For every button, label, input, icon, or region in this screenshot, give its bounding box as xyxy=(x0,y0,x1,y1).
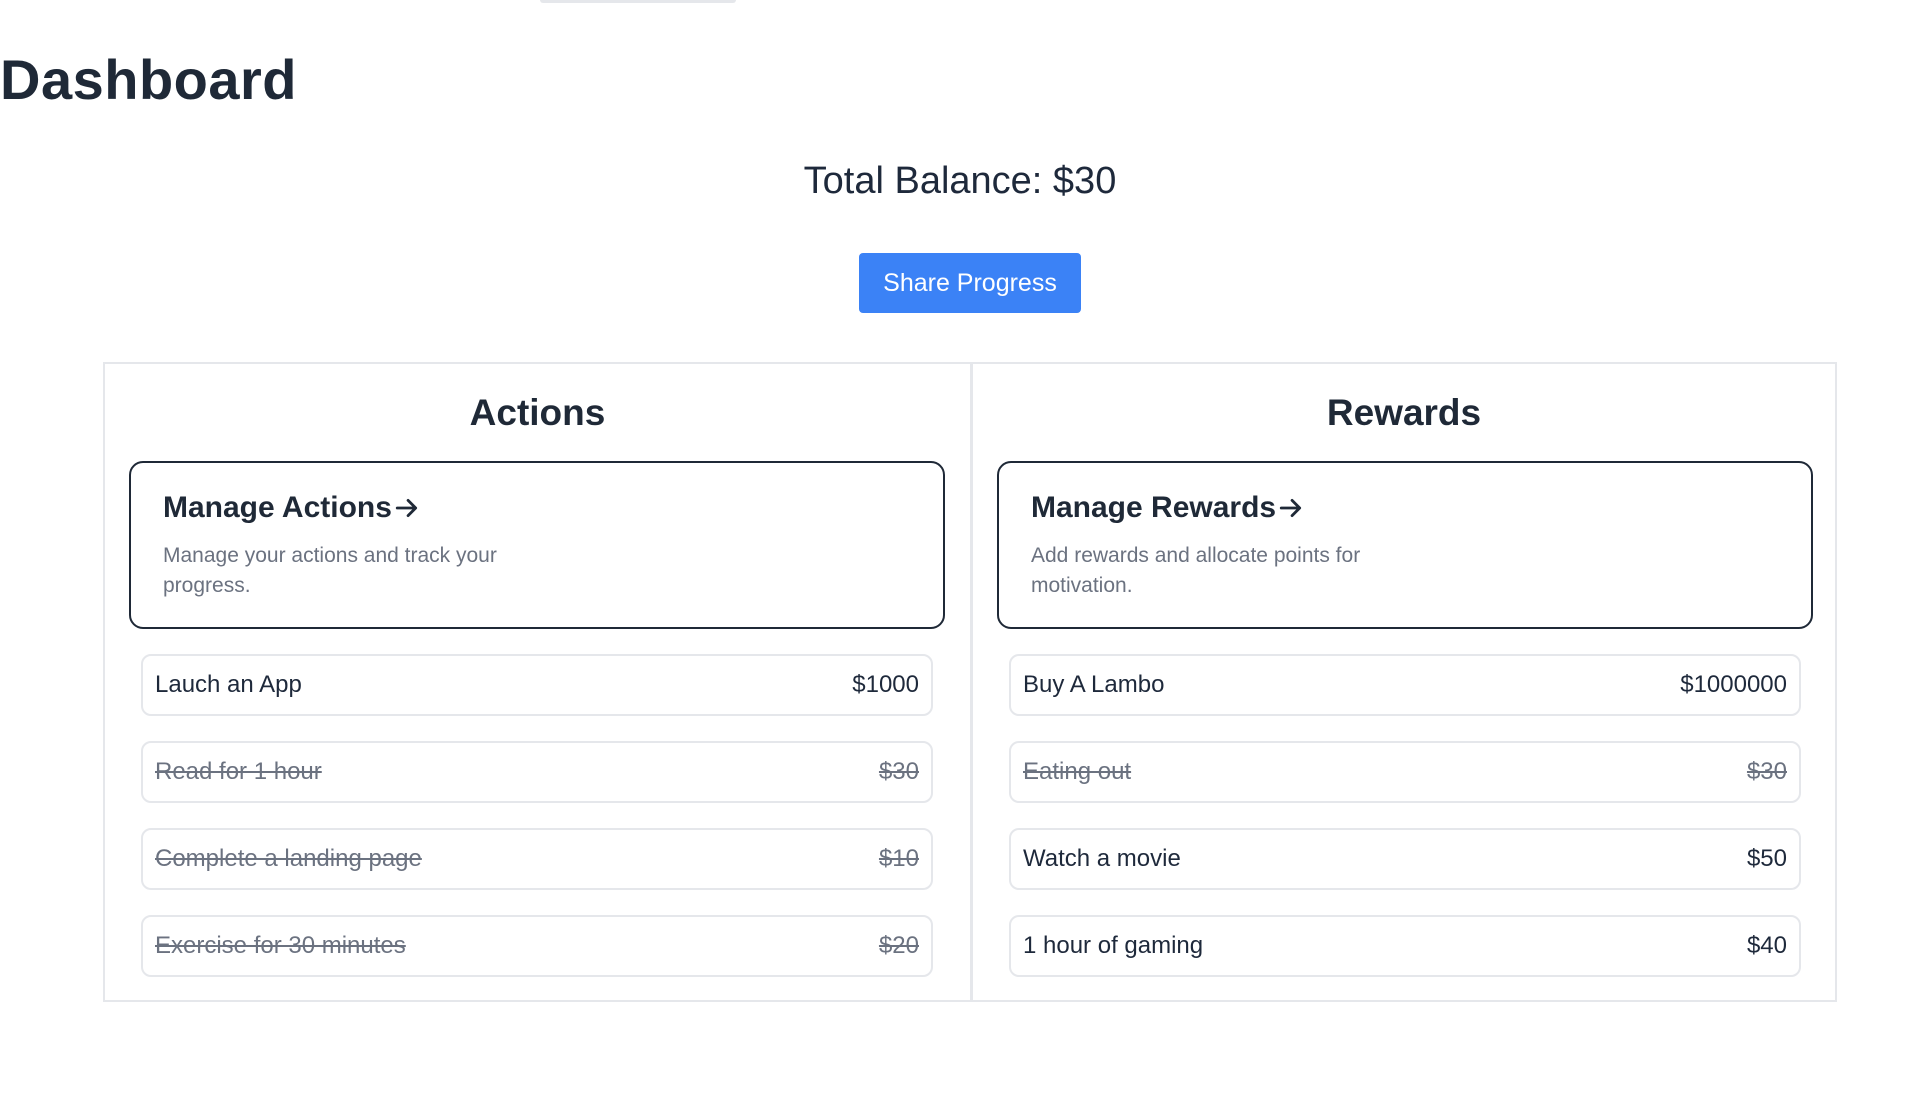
reward-item[interactable]: 1 hour of gaming $40 xyxy=(1009,915,1801,977)
manage-rewards-title: Manage Rewards xyxy=(1031,489,1304,527)
top-tab-indicator xyxy=(540,0,736,3)
reward-item-value: $30 xyxy=(1746,758,1787,785)
share-progress-button[interactable]: Share Progress xyxy=(859,253,1081,313)
reward-item-name: 1 hour of gaming xyxy=(1023,932,1204,959)
page-title: Dashboard xyxy=(0,48,297,111)
reward-item-name: Watch a movie xyxy=(1023,845,1181,872)
action-item-value: $20 xyxy=(878,932,919,959)
manage-rewards-card[interactable]: Manage Rewards Add rewards and allocate … xyxy=(997,461,1813,629)
arrow-right-icon xyxy=(395,499,418,517)
reward-item[interactable]: Eating out $30 xyxy=(1009,741,1801,803)
actions-panel: Actions Manage Actions Manage your actio… xyxy=(105,364,970,1000)
action-item[interactable]: Exercise for 30 minutes $20 xyxy=(141,915,933,977)
actions-list: Lauch an App $1000 Read for 1 hour $30 C… xyxy=(141,654,933,1002)
action-item[interactable]: Lauch an App $1000 xyxy=(141,654,933,716)
action-item-value: $30 xyxy=(878,758,919,785)
rewards-panel: Rewards Manage Rewards Add rewards and a… xyxy=(970,364,1835,1000)
panels-container: Actions Manage Actions Manage your actio… xyxy=(103,362,1837,1002)
action-item[interactable]: Read for 1 hour $30 xyxy=(141,741,933,803)
reward-item[interactable]: Watch a movie $50 xyxy=(1009,828,1801,890)
reward-item-value: $40 xyxy=(1746,932,1787,959)
reward-item-value: $50 xyxy=(1746,845,1787,872)
reward-item-value: $1000000 xyxy=(1680,671,1787,698)
action-item-name: Lauch an App xyxy=(155,671,302,698)
arrow-right-icon xyxy=(1279,499,1302,517)
total-balance: Total Balance: $30 xyxy=(803,160,1117,202)
reward-item[interactable]: Buy A Lambo $1000000 xyxy=(1009,654,1801,716)
manage-actions-label: Manage Actions xyxy=(163,491,392,524)
manage-actions-title: Manage Actions xyxy=(163,489,420,527)
manage-actions-card[interactable]: Manage Actions Manage your actions and t… xyxy=(129,461,945,629)
action-item-value: $10 xyxy=(878,845,919,872)
dashboard-page: Dashboard Total Balance: $30 Share Progr… xyxy=(0,0,1920,1095)
action-item-name: Read for 1 hour xyxy=(155,758,322,785)
actions-panel-title: Actions xyxy=(469,392,606,433)
rewards-panel-title: Rewards xyxy=(1326,392,1482,433)
manage-actions-description: Manage your actions and track your progr… xyxy=(163,544,497,597)
action-item[interactable]: Complete a landing page $10 xyxy=(141,828,933,890)
action-item-name: Complete a landing page xyxy=(155,845,422,872)
action-item-name: Exercise for 30 minutes xyxy=(155,932,406,959)
rewards-list: Buy A Lambo $1000000 Eating out $30 Watc… xyxy=(1009,654,1801,1002)
manage-rewards-description: Add rewards and allocate points for moti… xyxy=(1031,544,1361,597)
action-item-value: $1000 xyxy=(852,671,919,698)
reward-item-name: Buy A Lambo xyxy=(1023,671,1165,698)
reward-item-name: Eating out xyxy=(1023,758,1132,785)
manage-rewards-label: Manage Rewards xyxy=(1031,491,1277,524)
